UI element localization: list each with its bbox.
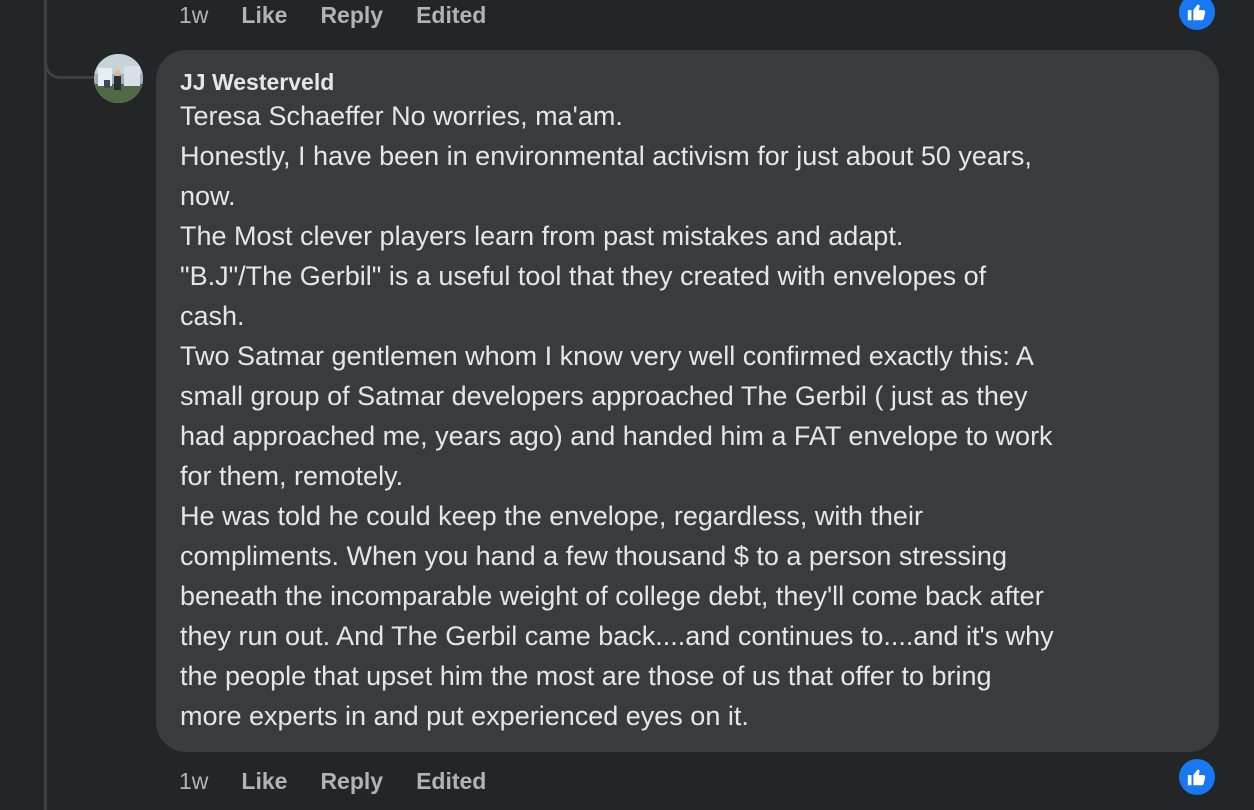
comment-line: more experts in and put experienced eyes… <box>180 701 749 731</box>
comment-bubble: JJ Westerveld Teresa Schaeffer No worrie… <box>156 50 1219 752</box>
comment-thread: 1w Like Reply Edited JJ Westerveld Teres… <box>0 0 1254 810</box>
comment-line: Honestly, I have been in environmental a… <box>180 141 1032 171</box>
previous-comment-actions: 1w Like Reply Edited <box>179 0 486 30</box>
edited-label[interactable]: Edited <box>416 768 486 795</box>
comment-text: Teresa Schaeffer No worries, ma'am. Hone… <box>180 96 1195 736</box>
comment-line: "B.J"/The Gerbil" is a useful tool that … <box>180 261 987 291</box>
thread-line <box>44 0 47 810</box>
comment-line: cash. <box>180 301 245 331</box>
comment-timestamp[interactable]: 1w <box>179 768 208 795</box>
comment-author[interactable]: JJ Westerveld <box>180 67 1195 97</box>
comment-line: The Most clever players learn from past … <box>180 221 904 251</box>
comment-line: compliments. When you hand a few thousan… <box>180 541 1007 571</box>
comment-line: had approached me, years ago) and handed… <box>180 421 1053 451</box>
comment-line: He was told he could keep the envelope, … <box>180 501 923 531</box>
comment-line: they run out. And The Gerbil came back..… <box>180 621 1054 651</box>
thumbs-up-icon[interactable] <box>1179 0 1215 30</box>
comment-line: now. <box>180 181 236 211</box>
reply-button[interactable]: Reply <box>320 2 383 29</box>
edited-label[interactable]: Edited <box>416 2 486 29</box>
comment-line: for them, remotely. <box>180 461 404 491</box>
thumbs-up-icon[interactable] <box>1179 759 1215 795</box>
comment-line: Teresa Schaeffer No worries, ma'am. <box>180 101 623 131</box>
comment-line: Two Satmar gentlemen whom I know very we… <box>180 341 1034 371</box>
reply-button[interactable]: Reply <box>320 768 383 795</box>
comment-actions: 1w Like Reply Edited <box>179 766 486 796</box>
comment-line: small group of Satmar developers approac… <box>180 381 1028 411</box>
reply-connector <box>44 0 94 79</box>
avatar[interactable] <box>94 54 143 103</box>
like-button[interactable]: Like <box>241 2 287 29</box>
comment-line: the people that upset him the most are t… <box>180 661 992 691</box>
comment-line: beneath the incomparable weight of colle… <box>180 581 1044 611</box>
comment-timestamp[interactable]: 1w <box>179 2 208 29</box>
like-button[interactable]: Like <box>241 768 287 795</box>
